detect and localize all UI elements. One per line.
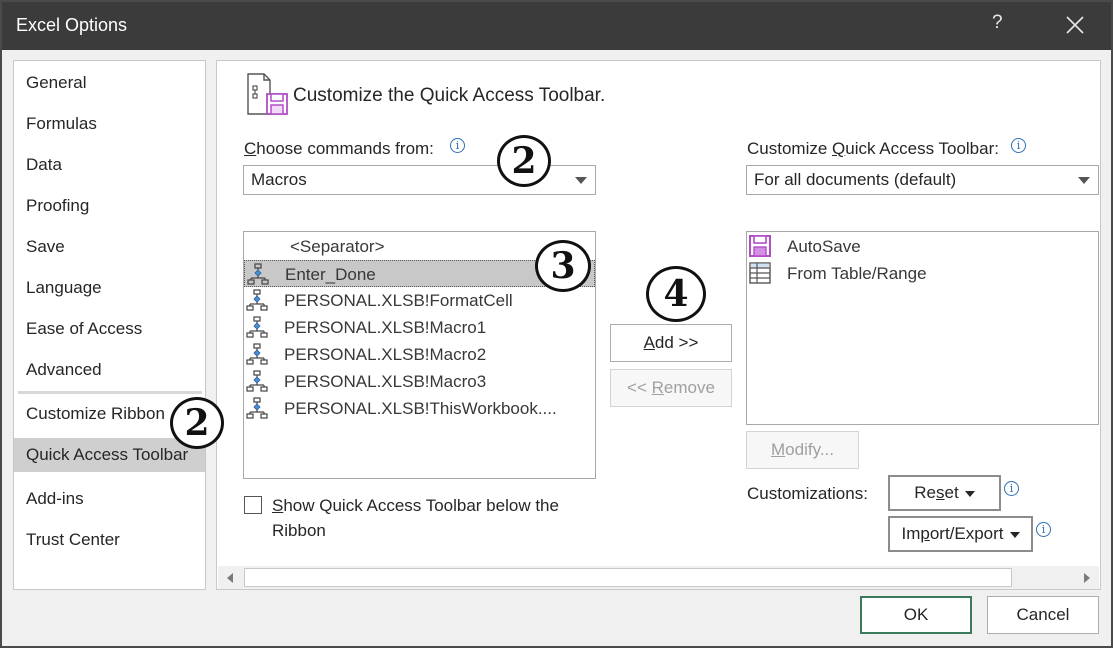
show-below-ribbon-label: Show Quick Access Toolbar below the xyxy=(272,496,559,515)
macro-icon xyxy=(247,263,269,285)
nav-item-data[interactable]: Data xyxy=(14,148,205,182)
close-icon[interactable] xyxy=(1060,10,1090,40)
scroll-left-icon[interactable] xyxy=(227,573,233,583)
nav-item-language[interactable]: Language xyxy=(14,271,205,305)
callout-badge: 3 xyxy=(535,240,591,292)
customize-qat-label: Customize Quick Access Toolbar: xyxy=(747,139,999,158)
callout-badge: 2 xyxy=(170,397,224,449)
list-item[interactable]: From Table/Range xyxy=(747,260,1098,287)
list-item[interactable]: PERSONAL.XLSB!Macro2 xyxy=(244,341,595,368)
customize-qat-select[interactable]: For all documents (default) xyxy=(746,165,1099,195)
toolbar-items-list[interactable]: AutoSave From Table/Range xyxy=(746,231,1099,425)
nav-item-ease-of-access[interactable]: Ease of Access xyxy=(14,312,205,346)
macro-icon xyxy=(246,343,268,365)
list-item[interactable]: AutoSave xyxy=(747,233,1098,260)
info-icon[interactable]: i xyxy=(1036,522,1051,537)
nav-divider xyxy=(18,391,202,394)
choose-commands-value: Macros xyxy=(251,170,307,189)
page-title: Customize the Quick Access Toolbar. xyxy=(293,85,606,106)
horizontal-scrollbar[interactable] xyxy=(218,566,1099,589)
scroll-right-icon[interactable] xyxy=(1084,573,1090,583)
chevron-down-icon xyxy=(575,177,587,184)
list-item[interactable]: PERSONAL.XLSB!Macro1 xyxy=(244,314,595,341)
list-item[interactable]: PERSONAL.XLSB!FormatCell xyxy=(244,287,595,314)
options-nav: General Formulas Data Proofing Save Lang… xyxy=(13,60,206,590)
nav-item-trust-center[interactable]: Trust Center xyxy=(14,523,205,557)
nav-item-formulas[interactable]: Formulas xyxy=(14,107,205,141)
qat-panel: Customize the Quick Access Toolbar. Choo… xyxy=(216,60,1101,590)
info-icon[interactable]: i xyxy=(1011,138,1026,153)
show-below-ribbon-checkbox[interactable] xyxy=(244,496,262,514)
show-below-ribbon-label-line2: Ribbon xyxy=(272,521,326,540)
add-button[interactable]: Add >> xyxy=(610,324,732,362)
callout-badge: 2 xyxy=(497,135,551,187)
macro-icon xyxy=(246,370,268,392)
title-bar: Excel Options ? xyxy=(2,2,1111,50)
save-icon xyxy=(749,235,771,257)
remove-button[interactable]: << Remove xyxy=(610,369,732,407)
reset-button[interactable]: Reset xyxy=(888,475,1001,511)
modify-button[interactable]: Modify... xyxy=(746,431,859,469)
nav-item-save[interactable]: Save xyxy=(14,230,205,264)
list-item[interactable]: PERSONAL.XLSB!Macro3 xyxy=(244,368,595,395)
nav-item-quick-access-toolbar[interactable]: Quick Access Toolbar xyxy=(14,438,205,472)
chevron-down-icon xyxy=(1009,531,1020,538)
ok-button[interactable]: OK xyxy=(860,596,972,634)
nav-item-proofing[interactable]: Proofing xyxy=(14,189,205,223)
macro-icon xyxy=(246,289,268,311)
import-export-button[interactable]: Import/Export xyxy=(888,516,1033,552)
nav-item-add-ins[interactable]: Add-ins xyxy=(14,482,205,516)
excel-options-dialog: Excel Options ? General Formulas Data Pr… xyxy=(0,0,1113,648)
choose-commands-label: Choose commands from: xyxy=(244,139,434,158)
callout-badge: 4 xyxy=(646,266,706,322)
chevron-down-icon xyxy=(1078,177,1090,184)
list-item[interactable]: PERSONAL.XLSB!ThisWorkbook.... xyxy=(244,395,595,422)
scrollbar-thumb[interactable] xyxy=(244,568,1012,587)
macro-icon xyxy=(246,397,268,419)
table-icon xyxy=(749,262,771,284)
macro-icon xyxy=(246,316,268,338)
window-title: Excel Options xyxy=(16,15,128,35)
nav-item-advanced[interactable]: Advanced xyxy=(14,353,205,387)
customize-qat-value: For all documents (default) xyxy=(754,170,957,189)
quick-access-toolbar-icon xyxy=(247,73,288,115)
info-icon[interactable]: i xyxy=(1004,481,1019,496)
customizations-label: Customizations: xyxy=(747,484,868,503)
help-button[interactable]: ? xyxy=(992,12,1003,34)
info-icon[interactable]: i xyxy=(450,138,465,153)
nav-item-general[interactable]: General xyxy=(14,66,205,100)
cancel-button[interactable]: Cancel xyxy=(987,596,1099,634)
chevron-down-icon xyxy=(964,490,975,497)
